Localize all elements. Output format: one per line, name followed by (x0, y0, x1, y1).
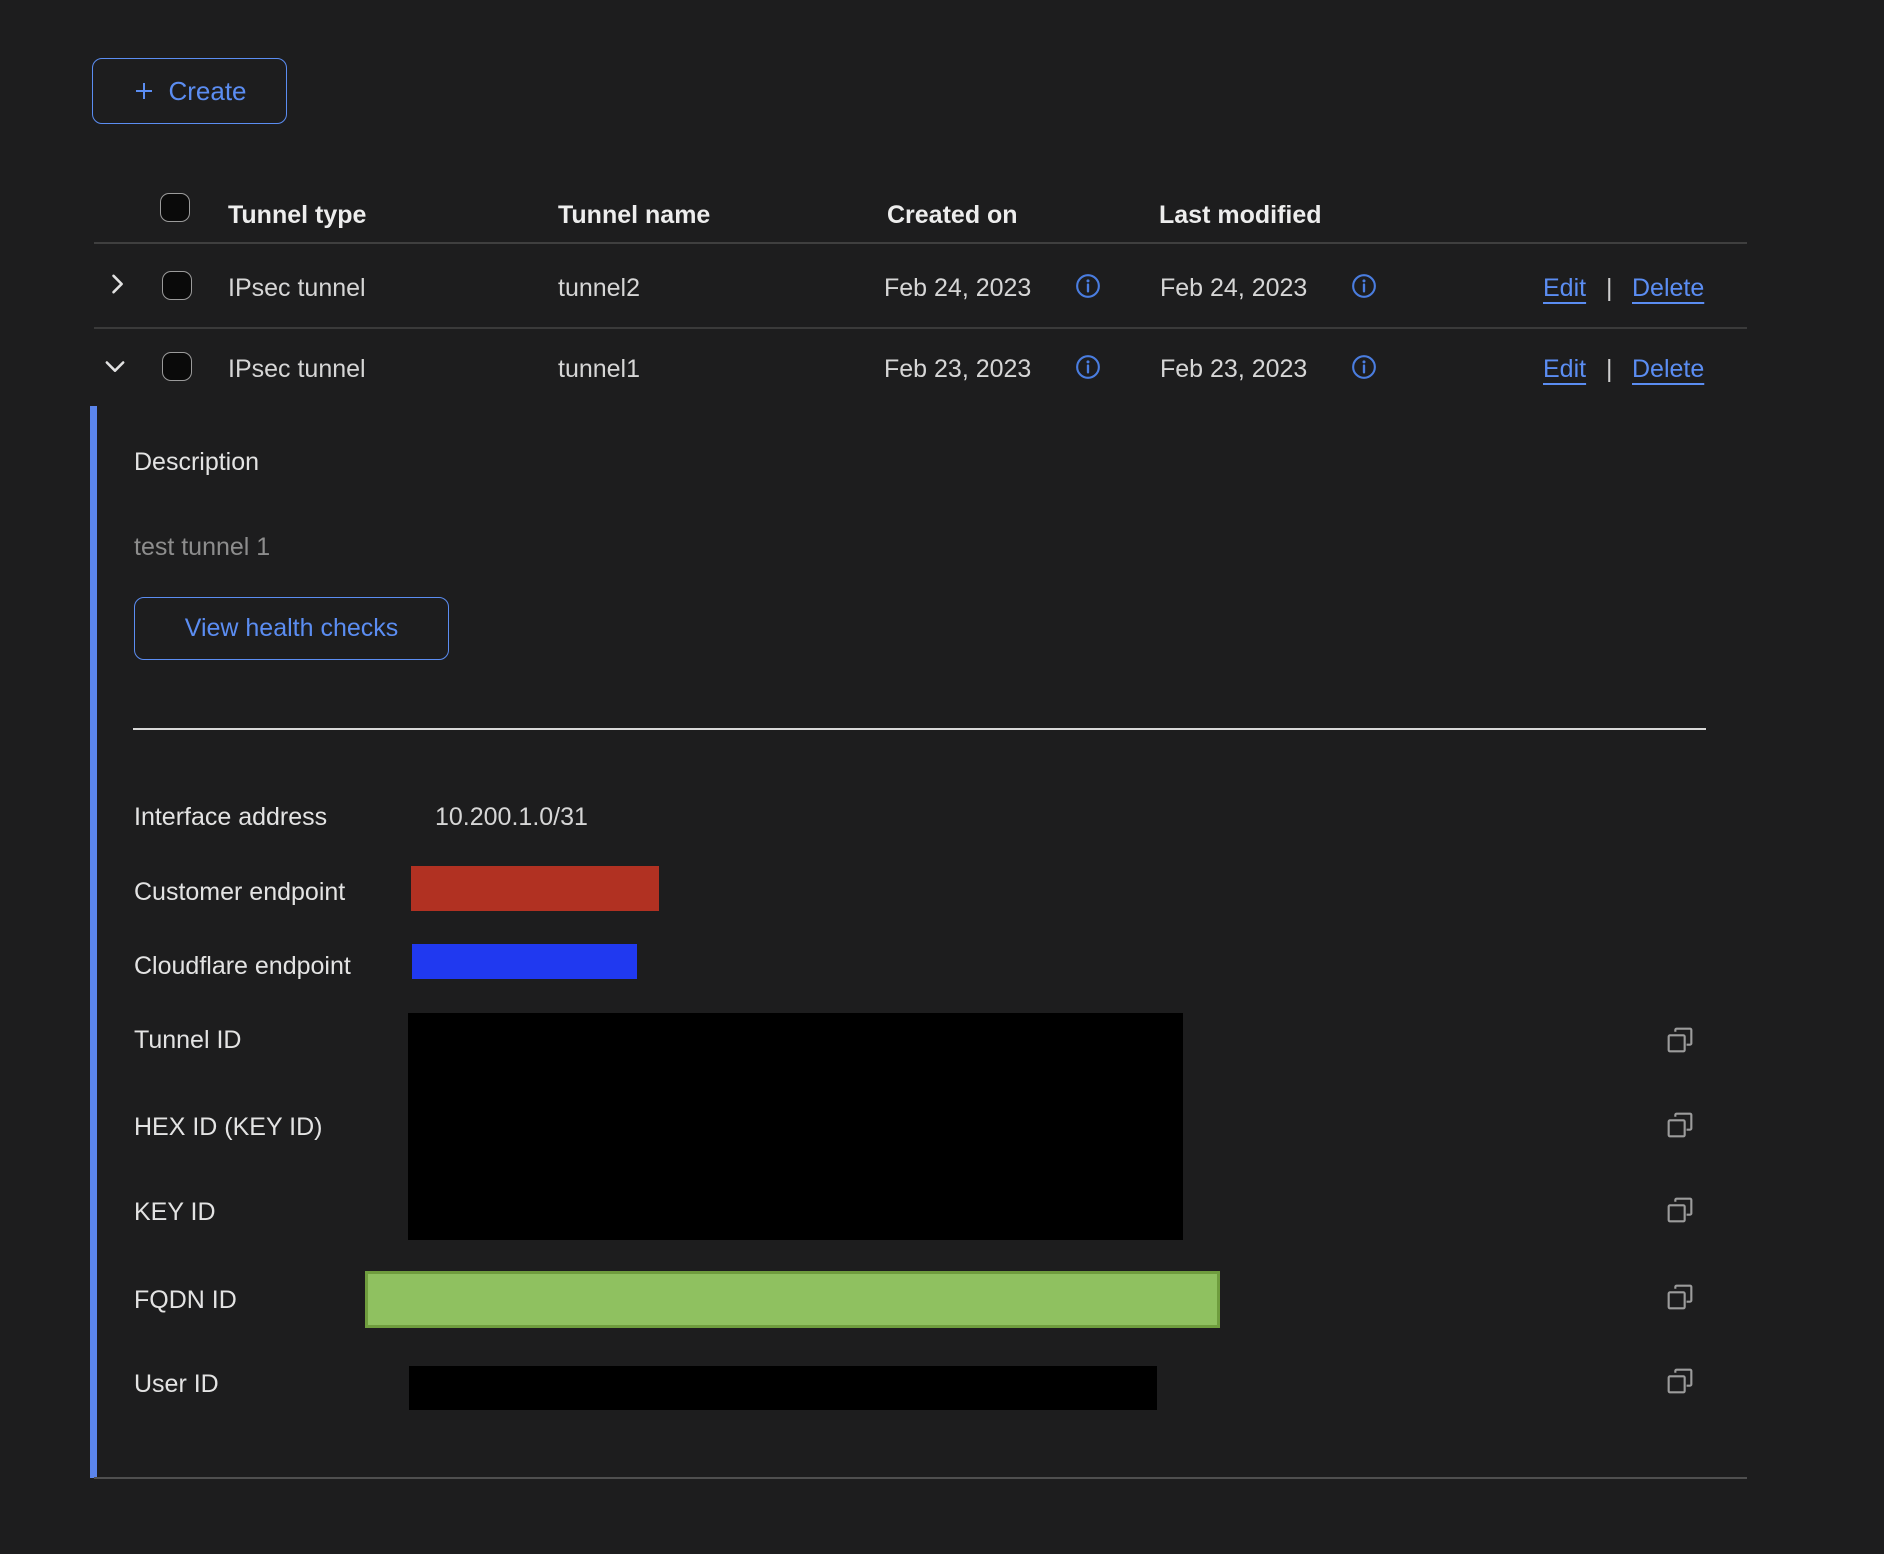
create-button[interactable]: Create (92, 58, 287, 124)
delete-link-tunnel1[interactable]: Delete (1632, 355, 1704, 384)
chevron-down-icon[interactable] (101, 352, 129, 380)
copy-icon (1664, 1109, 1696, 1141)
last-modified-cell: Feb 23, 2023 (1160, 355, 1307, 384)
info-icon[interactable] (1074, 272, 1102, 300)
copy-icon (1664, 1365, 1696, 1397)
copy-icon (1664, 1024, 1696, 1056)
plus-icon (132, 79, 156, 103)
description-label: Description (134, 448, 259, 477)
select-all-checkbox[interactable] (160, 193, 190, 222)
delete-link-tunnel2[interactable]: Delete (1632, 274, 1704, 303)
copy-hex-id-button[interactable] (1664, 1109, 1696, 1144)
fqdn-id-redacted-value (365, 1271, 1220, 1328)
edit-link-tunnel2[interactable]: Edit (1543, 274, 1586, 303)
created-on-cell: Feb 23, 2023 (884, 355, 1031, 384)
customer-endpoint-label: Customer endpoint (134, 878, 345, 907)
last-modified-cell: Feb 24, 2023 (1160, 274, 1307, 303)
header-divider (94, 242, 1747, 244)
interface-address-value: 10.200.1.0/31 (435, 803, 588, 832)
view-health-checks-label: View health checks (185, 614, 399, 643)
copy-icon (1664, 1281, 1696, 1313)
edit-link-tunnel1[interactable]: Edit (1543, 355, 1586, 384)
chevron-right-icon[interactable] (103, 270, 131, 298)
row-divider (94, 327, 1747, 329)
header-created-on: Created on (887, 201, 1018, 230)
tunnel-id-label: Tunnel ID (134, 1026, 241, 1055)
tunnel-type-cell: IPsec tunnel (228, 274, 366, 303)
customer-endpoint-redacted-value (411, 866, 659, 911)
tunnel-type-cell: IPsec tunnel (228, 355, 366, 384)
cloudflare-endpoint-label: Cloudflare endpoint (134, 952, 351, 981)
cloudflare-endpoint-redacted-value (412, 944, 637, 979)
fqdn-id-label: FQDN ID (134, 1286, 237, 1315)
action-separator: | (1606, 355, 1613, 384)
user-id-redacted-value (409, 1366, 1157, 1410)
copy-icon (1664, 1194, 1696, 1226)
copy-tunnel-id-button[interactable] (1664, 1024, 1696, 1059)
row-checkbox-tunnel1[interactable] (162, 352, 192, 381)
create-button-label: Create (168, 76, 246, 107)
hex-id-label: HEX ID (KEY ID) (134, 1113, 322, 1142)
ids-redacted-value (408, 1013, 1183, 1240)
info-icon[interactable] (1350, 272, 1378, 300)
view-health-checks-button[interactable]: View health checks (134, 597, 449, 660)
copy-user-id-button[interactable] (1664, 1365, 1696, 1400)
action-separator: | (1606, 274, 1613, 303)
info-icon[interactable] (1074, 353, 1102, 381)
copy-key-id-button[interactable] (1664, 1194, 1696, 1229)
key-id-label: KEY ID (134, 1198, 216, 1227)
expanded-row-indicator (90, 406, 97, 1478)
tunnel-name-cell: tunnel1 (558, 355, 640, 384)
header-last-modified: Last modified (1159, 201, 1322, 230)
header-tunnel-name: Tunnel name (558, 201, 710, 230)
copy-fqdn-id-button[interactable] (1664, 1281, 1696, 1316)
section-divider (133, 728, 1706, 730)
created-on-cell: Feb 24, 2023 (884, 274, 1031, 303)
tunnel-name-cell: tunnel2 (558, 274, 640, 303)
header-tunnel-type: Tunnel type (228, 201, 366, 230)
row-checkbox-tunnel2[interactable] (162, 271, 192, 300)
ipsec-tunnels-page: Create Tunnel type Tunnel name Created o… (0, 0, 1884, 1554)
interface-address-label: Interface address (134, 803, 327, 832)
user-id-label: User ID (134, 1370, 219, 1399)
description-value: test tunnel 1 (134, 533, 270, 562)
info-icon[interactable] (1350, 353, 1378, 381)
table-bottom-border (94, 1477, 1747, 1479)
